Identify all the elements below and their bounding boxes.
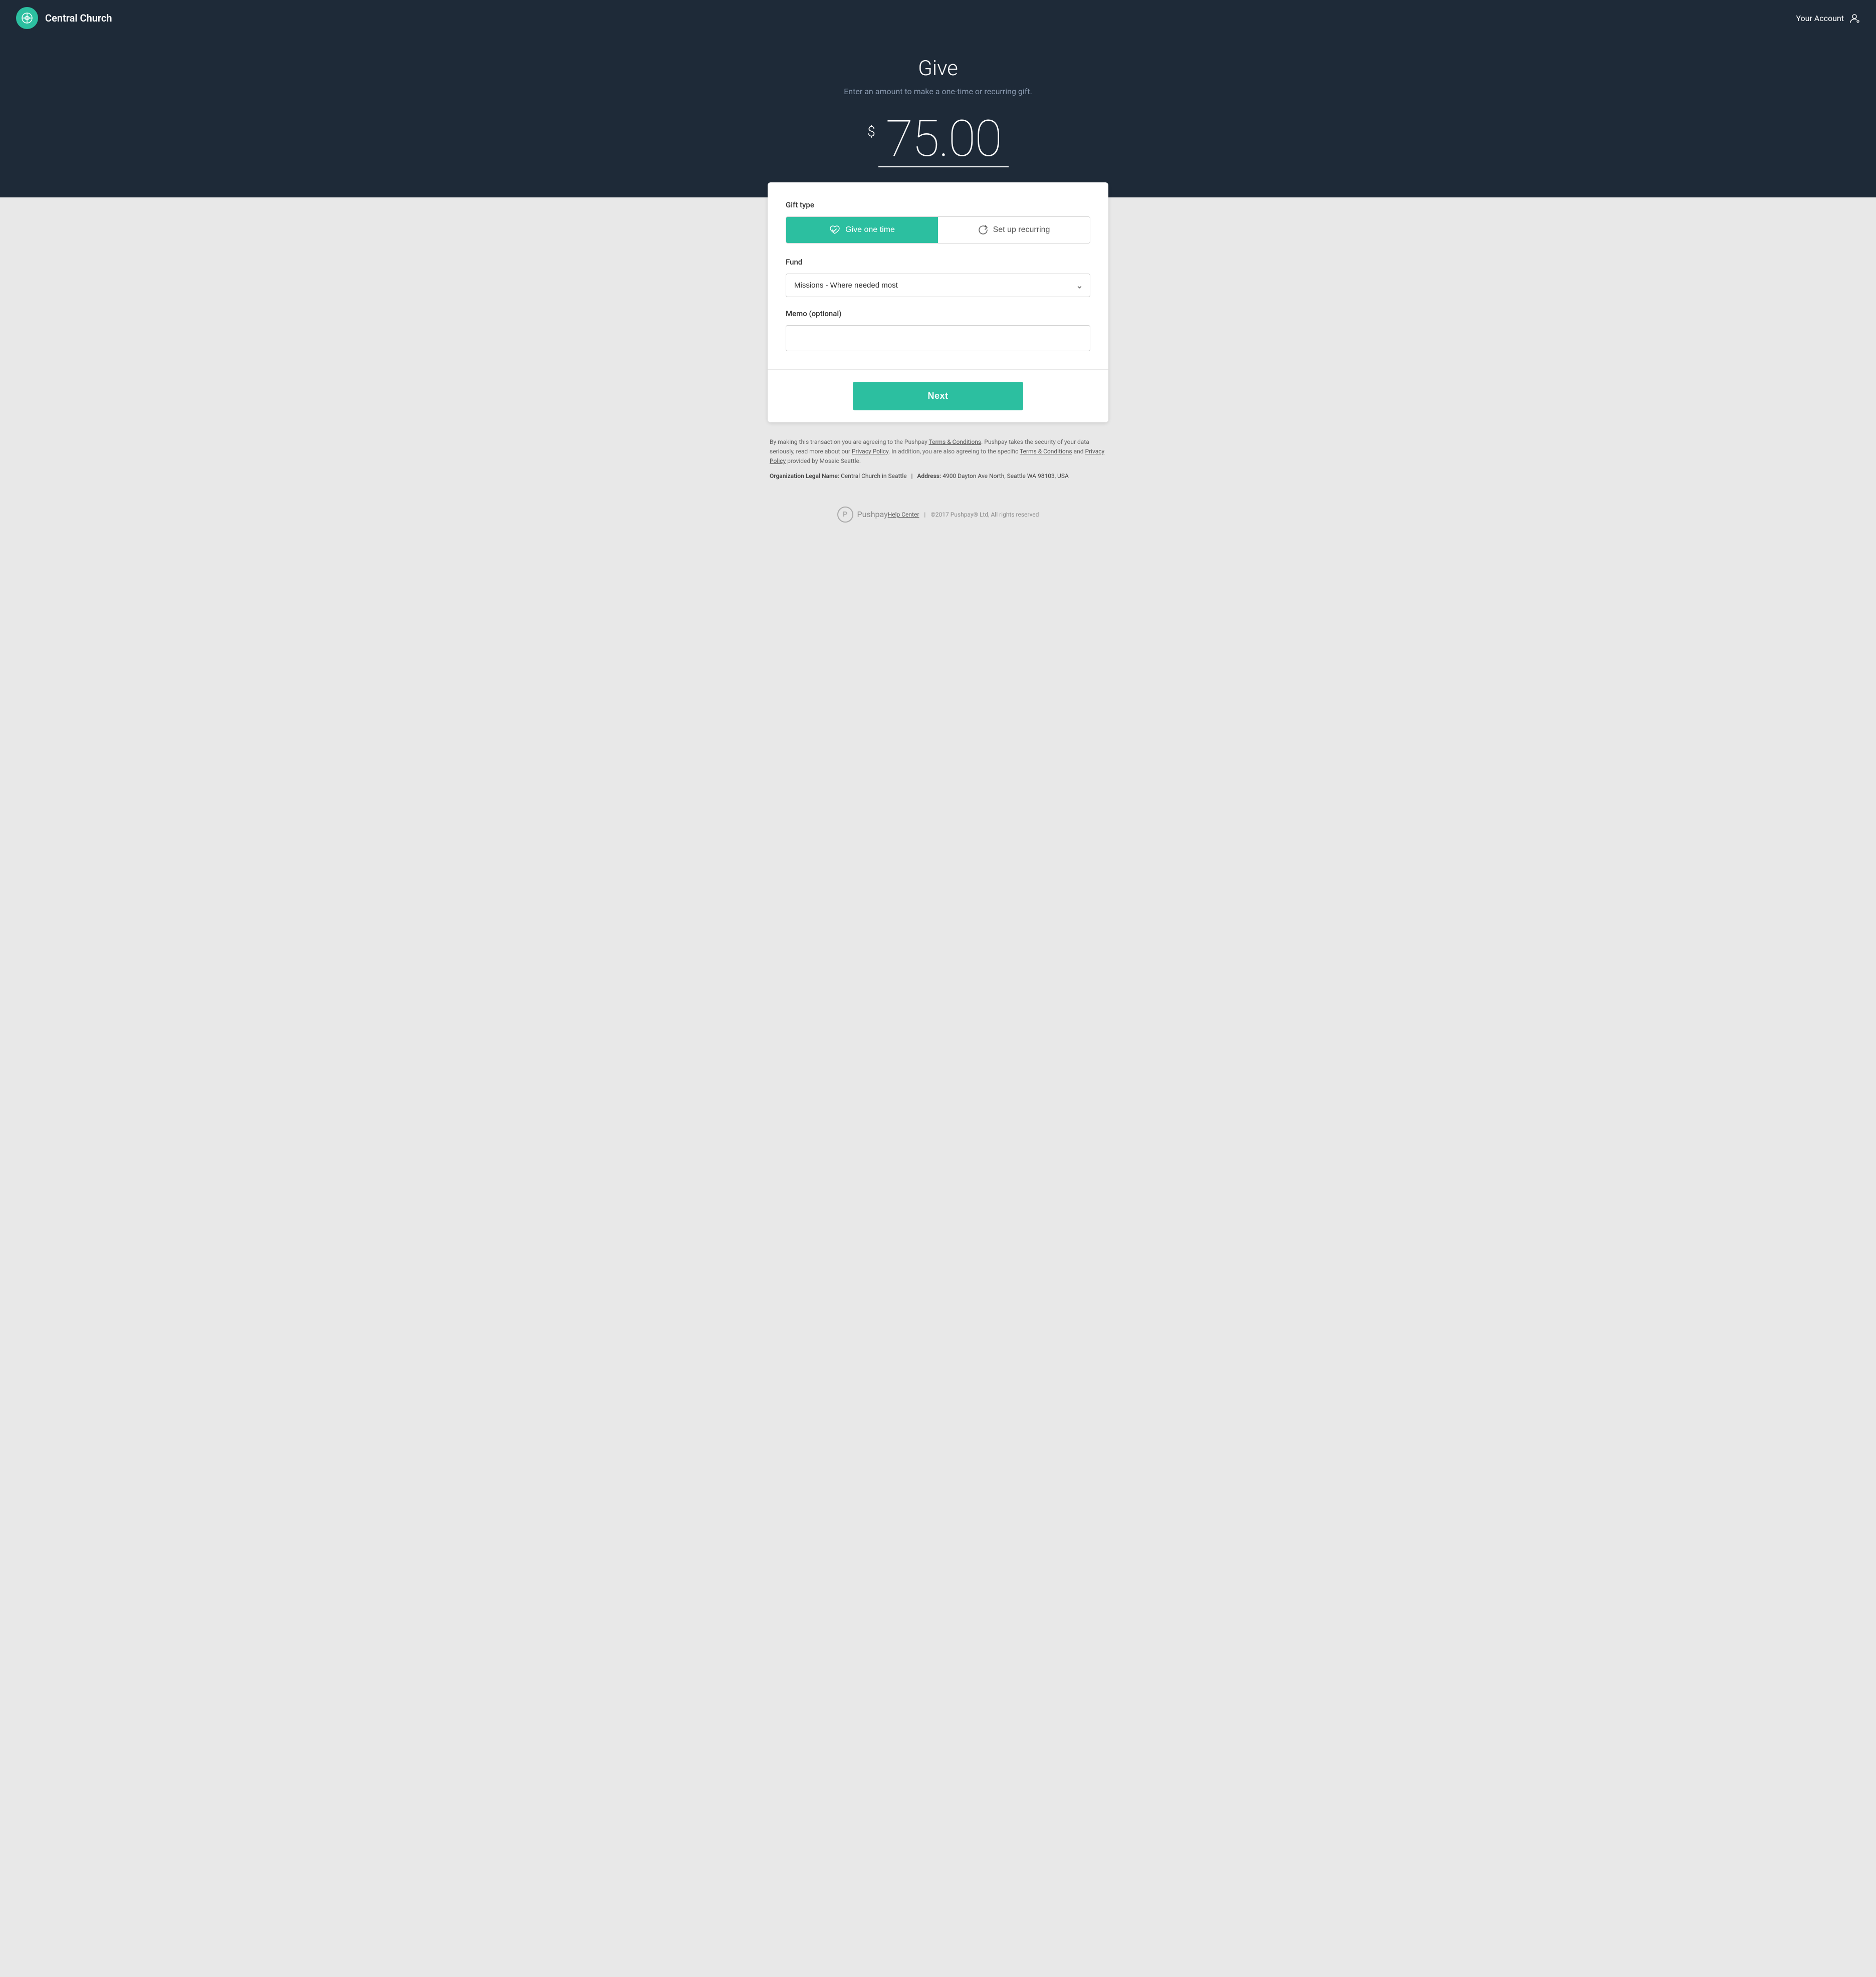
privacy-policy-link-1[interactable]: Privacy Policy (852, 448, 888, 455)
fund-label: Fund (786, 258, 1090, 267)
recurring-label: Set up recurring (993, 225, 1050, 234)
gift-type-section: Gift type Give one time (786, 200, 1090, 243)
amount-value[interactable]: 75.00 (878, 114, 1009, 167)
terms-conditions-link-1[interactable]: Terms & Conditions (929, 438, 982, 445)
give-one-time-button[interactable]: Give one time (786, 217, 938, 243)
footer-legal: By making this transaction you are agree… (768, 437, 1108, 486)
gift-type-toggle: Give one time Set up recurring (786, 216, 1090, 243)
church-logo (16, 7, 38, 29)
set-up-recurring-button[interactable]: Set up recurring (938, 217, 1090, 243)
header: Central Church Your Account (0, 0, 1876, 36)
fund-section: Fund Missions - Where needed most Genera… (786, 258, 1090, 297)
legal-text: By making this transaction you are agree… (770, 437, 1106, 466)
give-one-time-label: Give one time (845, 225, 895, 234)
terms-conditions-link-2[interactable]: Terms & Conditions (1020, 448, 1072, 455)
pushpay-name: Pushpay (857, 510, 888, 519)
footer-links: Help Center | ©2017 Pushpay® Ltd, All ri… (888, 511, 1039, 518)
next-button[interactable]: Next (853, 382, 1023, 410)
org-address: 4900 Dayton Ave North, Seattle WA 98103,… (943, 472, 1069, 479)
help-center-link[interactable]: Help Center (888, 511, 919, 518)
footer-brand: P Pushpay Help Center | ©2017 Pushpay® L… (835, 507, 1041, 543)
org-info: Organization Legal Name: Central Church … (770, 471, 1106, 481)
main-content: Gift type Give one time (0, 197, 1876, 563)
pushpay-icon: P (837, 507, 853, 523)
copyright-text: ©2017 Pushpay® Ltd, All rights reserved (930, 511, 1039, 518)
user-icon (1849, 13, 1860, 24)
address-label: Address: (917, 472, 941, 479)
header-left: Central Church (16, 7, 112, 29)
org-legal-name: Central Church in Seattle (841, 472, 907, 479)
account-label: Your Account (1796, 14, 1844, 23)
dollar-sign: $ (867, 123, 875, 140)
memo-label: Memo (optional) (786, 309, 1090, 318)
church-name: Central Church (45, 12, 112, 24)
memo-input[interactable] (786, 325, 1090, 351)
hero-subtitle: Enter an amount to make a one-time or re… (10, 87, 1866, 96)
fund-select[interactable]: Missions - Where needed most General Fun… (786, 274, 1090, 297)
pushpay-logo: P Pushpay (837, 507, 888, 523)
amount-display: $ 75.00 (10, 114, 1866, 167)
memo-section: Memo (optional) (786, 309, 1090, 351)
give-card: Gift type Give one time (768, 182, 1108, 422)
org-legal-name-label: Organization Legal Name: (770, 472, 839, 479)
card-body: Gift type Give one time (768, 182, 1108, 369)
hero-title: Give (10, 56, 1866, 81)
hero-section: Give Enter an amount to make a one-time … (0, 36, 1876, 197)
gift-type-label: Gift type (786, 200, 1090, 209)
card-footer: Next (768, 369, 1108, 422)
fund-select-wrapper: Missions - Where needed most General Fun… (786, 274, 1090, 297)
account-button[interactable]: Your Account (1796, 13, 1860, 24)
footer-separator: | (924, 511, 925, 518)
